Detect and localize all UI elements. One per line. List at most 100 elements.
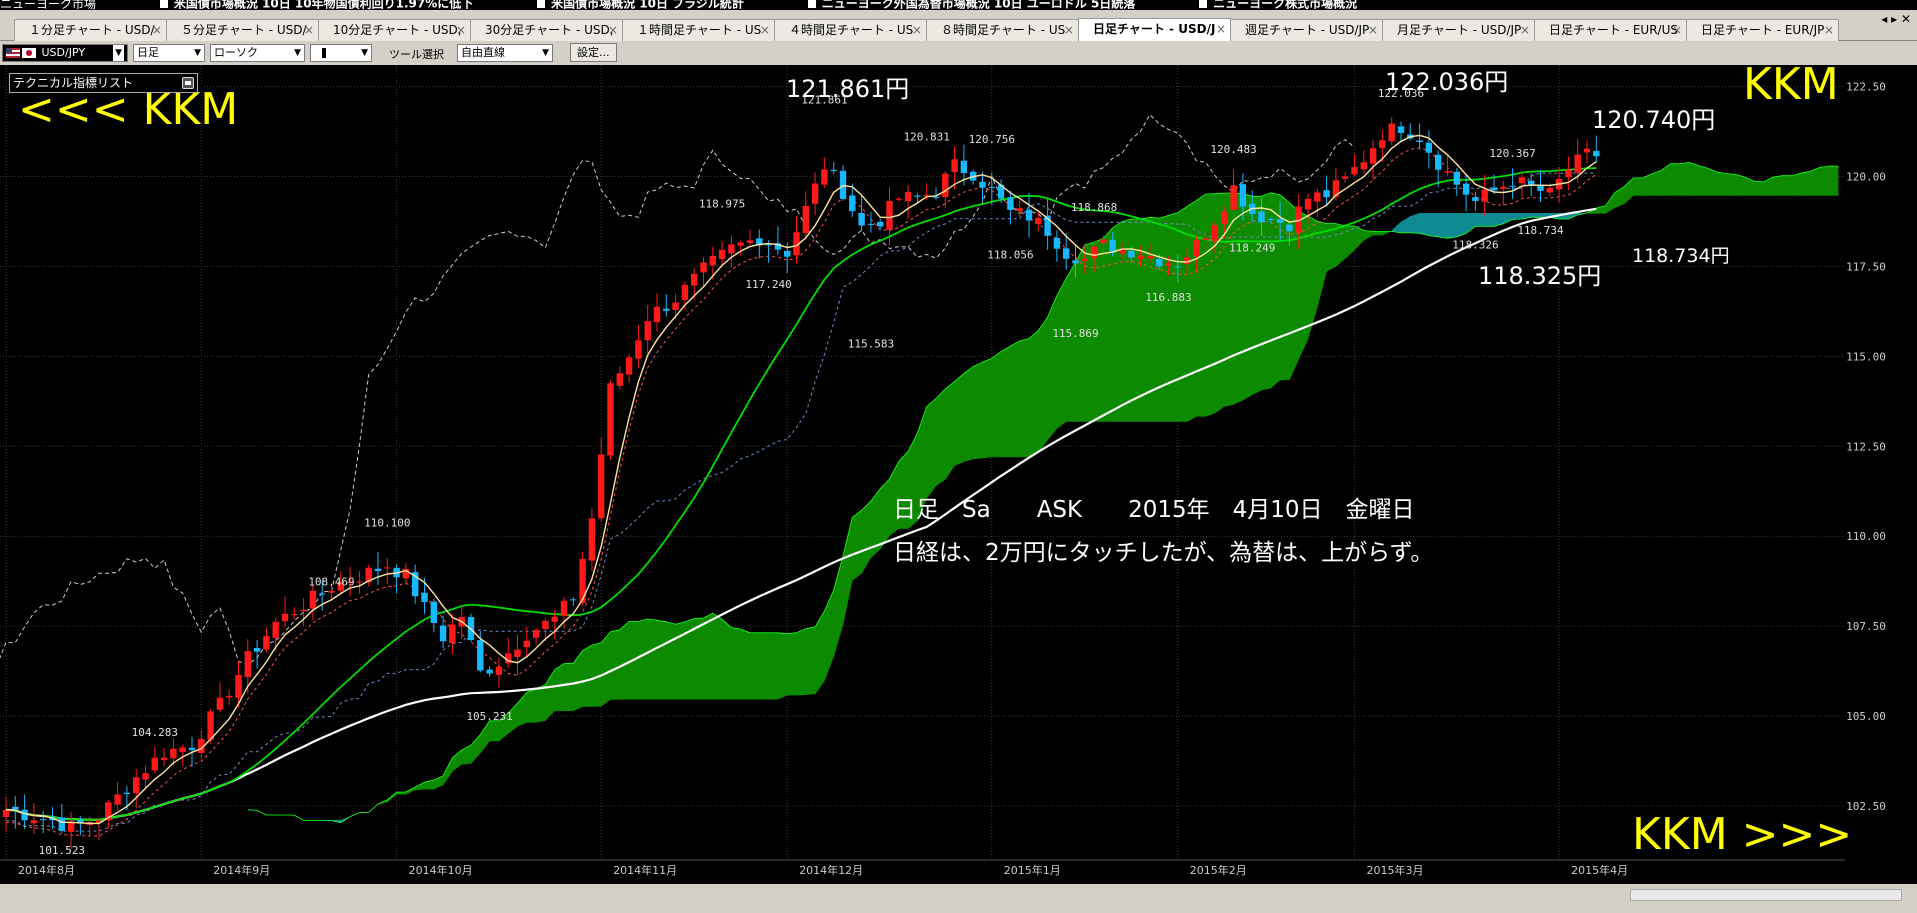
candle-body: [1276, 219, 1284, 223]
chart-tab[interactable]: ８時間足チャート - US ×: [926, 19, 1079, 42]
chevron-down-icon: ▼: [542, 48, 549, 58]
ticker-item[interactable]: ニューヨーク市場: [0, 0, 96, 10]
cloud-segment: [777, 632, 788, 700]
horizontal-scrollbar[interactable]: [1630, 889, 1902, 901]
price-label: 110.100: [364, 517, 410, 530]
close-tab-icon[interactable]: ×: [912, 20, 922, 41]
chart-tab-label: ５分足チャート - USD/: [181, 23, 307, 37]
candle-body: [1397, 126, 1405, 133]
settings-button[interactable]: 設定...: [570, 43, 617, 62]
chart-tab[interactable]: ４時間足チャート - US ×: [774, 19, 927, 42]
candle-body: [1490, 187, 1498, 191]
candle-body: [1351, 167, 1358, 175]
chart-type-value: ローソク: [214, 46, 258, 59]
candle-body: [1239, 184, 1247, 207]
close-tab-icon[interactable]: ×: [1368, 20, 1378, 41]
chart-tab[interactable]: １時間足チャート - US ×: [622, 19, 775, 42]
drawing-tool-value: 自由直線: [461, 46, 505, 59]
close-tab-icon[interactable]: ×: [1672, 20, 1682, 41]
close-tab-icon[interactable]: ×: [1064, 20, 1074, 41]
cloud-segment: [703, 612, 714, 700]
close-tab-icon[interactable]: ×: [1824, 20, 1834, 41]
cloud-segment: [721, 618, 732, 700]
candle-body: [1342, 176, 1349, 179]
cloud-segment: [1679, 162, 1690, 196]
candle-body: [1593, 150, 1600, 157]
x-axis-band: [0, 860, 1917, 884]
ticker-item[interactable]: 米国債市場概況 10日 10年物国債利回り1.97%に低下: [159, 0, 473, 10]
cloud-segment: [582, 644, 593, 707]
cloud-segment: [1791, 172, 1802, 196]
cloud-segment: [1372, 231, 1383, 236]
candle-body: [663, 308, 670, 311]
chart-tab-label: ４時間足チャート - US: [789, 23, 914, 37]
ticker-item[interactable]: 米国債市場概況 10日 ブラジル統計: [537, 0, 744, 10]
close-tab-icon[interactable]: ×: [608, 20, 618, 41]
candle-body: [979, 181, 986, 188]
kkm-bottom-annotation: KKM >>>: [1632, 809, 1852, 860]
cloud-segment: [1251, 195, 1262, 396]
candle-body: [625, 357, 633, 375]
cloud-segment: [1530, 212, 1541, 218]
usdjpy-daily-chart[interactable]: 101.523 104.283 108.469 110.100 105.231 118.9…: [0, 65, 1917, 884]
cloud-segment: [1512, 212, 1523, 220]
cloud-segment: [1475, 212, 1485, 227]
chart-tab[interactable]: 日足チャート - EUR/US ×: [1534, 19, 1687, 42]
candle-body: [802, 205, 809, 234]
technical-indicator-list[interactable]: テクニカル指標リスト: [9, 73, 198, 93]
cloud-segment: [647, 618, 658, 700]
chart-tab[interactable]: 月足チャート - USD/JP ×: [1382, 19, 1535, 42]
candle-body: [1453, 171, 1460, 185]
close-tab-icon[interactable]: ×: [152, 20, 162, 41]
close-tab-icon[interactable]: ×: [1520, 20, 1530, 41]
candle-body: [849, 195, 856, 212]
cloud-segment: [489, 720, 500, 742]
candle-body: [886, 200, 893, 230]
close-tab-icon[interactable]: ×: [760, 20, 770, 41]
chart-tab[interactable]: 日足チャート - USD/J ×: [1078, 18, 1231, 42]
cloud-segment: [1716, 171, 1727, 196]
chart-toolbar: USD/JPY ▼ 日足 ▼ ローソク ▼ ▼ ツール選択 自由直線 ▼ 設定.…: [0, 41, 1917, 65]
chart-tab[interactable]: ５分足チャート - USD/×: [166, 19, 319, 42]
close-tab-icon[interactable]: ×: [304, 20, 314, 41]
cloud-segment: [638, 618, 649, 700]
candle-style-select[interactable]: ▼: [310, 44, 372, 62]
chart-tab[interactable]: １分足チャート - USD/×: [14, 19, 167, 42]
close-tab-icon[interactable]: ×: [456, 20, 466, 41]
chart-tab[interactable]: 週足チャート - USD/JP ×: [1230, 19, 1383, 42]
period-value: 日足: [137, 46, 159, 59]
candle-body: [616, 373, 623, 386]
price-label: 116.883: [1145, 291, 1191, 304]
chart-type-select[interactable]: ローソク ▼: [210, 44, 305, 62]
candle-body: [681, 284, 689, 300]
news-ticker[interactable]: ニューヨーク市場 米国債市場概況 10日 10年物国債利回り1.97%に低下 米…: [0, 0, 1917, 10]
chart-tab[interactable]: 30分足チャート - USD, ×: [470, 19, 623, 42]
ticker-item[interactable]: ニューヨーク外国為替市場概況 10日 ユーロドル 5日続落: [807, 0, 1135, 10]
cloud-segment: [619, 620, 630, 700]
candle-body: [1304, 198, 1312, 210]
candle-body: [709, 255, 716, 266]
candle-body: [151, 757, 158, 771]
tab-scroll-controls[interactable]: ◂ ▸ ✕: [1881, 12, 1911, 26]
ticker-item[interactable]: ニューヨーク株式市場概況: [1199, 0, 1357, 10]
candle-body: [1565, 169, 1572, 178]
close-tab-icon[interactable]: ×: [1216, 19, 1226, 40]
chart-tab[interactable]: 日足チャート - EUR/JP ×: [1686, 19, 1839, 42]
candle-body: [1193, 240, 1200, 257]
cloud-segment: [1447, 212, 1458, 239]
drawing-tool-select[interactable]: 自由直線 ▼: [457, 44, 553, 62]
candle-body: [784, 250, 791, 257]
cloud-segment: [1437, 212, 1448, 239]
period-select[interactable]: 日足 ▼: [133, 44, 205, 62]
minimize-icon[interactable]: [182, 77, 194, 89]
low-annotation-1: 118.734円: [1632, 245, 1730, 267]
candle-body: [1221, 211, 1228, 224]
candle-body: [58, 817, 65, 831]
currency-pair-select[interactable]: USD/JPY ▼: [2, 44, 128, 62]
candle-body: [226, 695, 233, 698]
price-label: 120.756: [969, 133, 1015, 146]
cloud-segment: [1010, 340, 1021, 458]
chart-tab[interactable]: 10分足チャート - USD, ×: [318, 19, 471, 42]
candle-body: [486, 669, 493, 674]
candle-body: [309, 590, 317, 609]
